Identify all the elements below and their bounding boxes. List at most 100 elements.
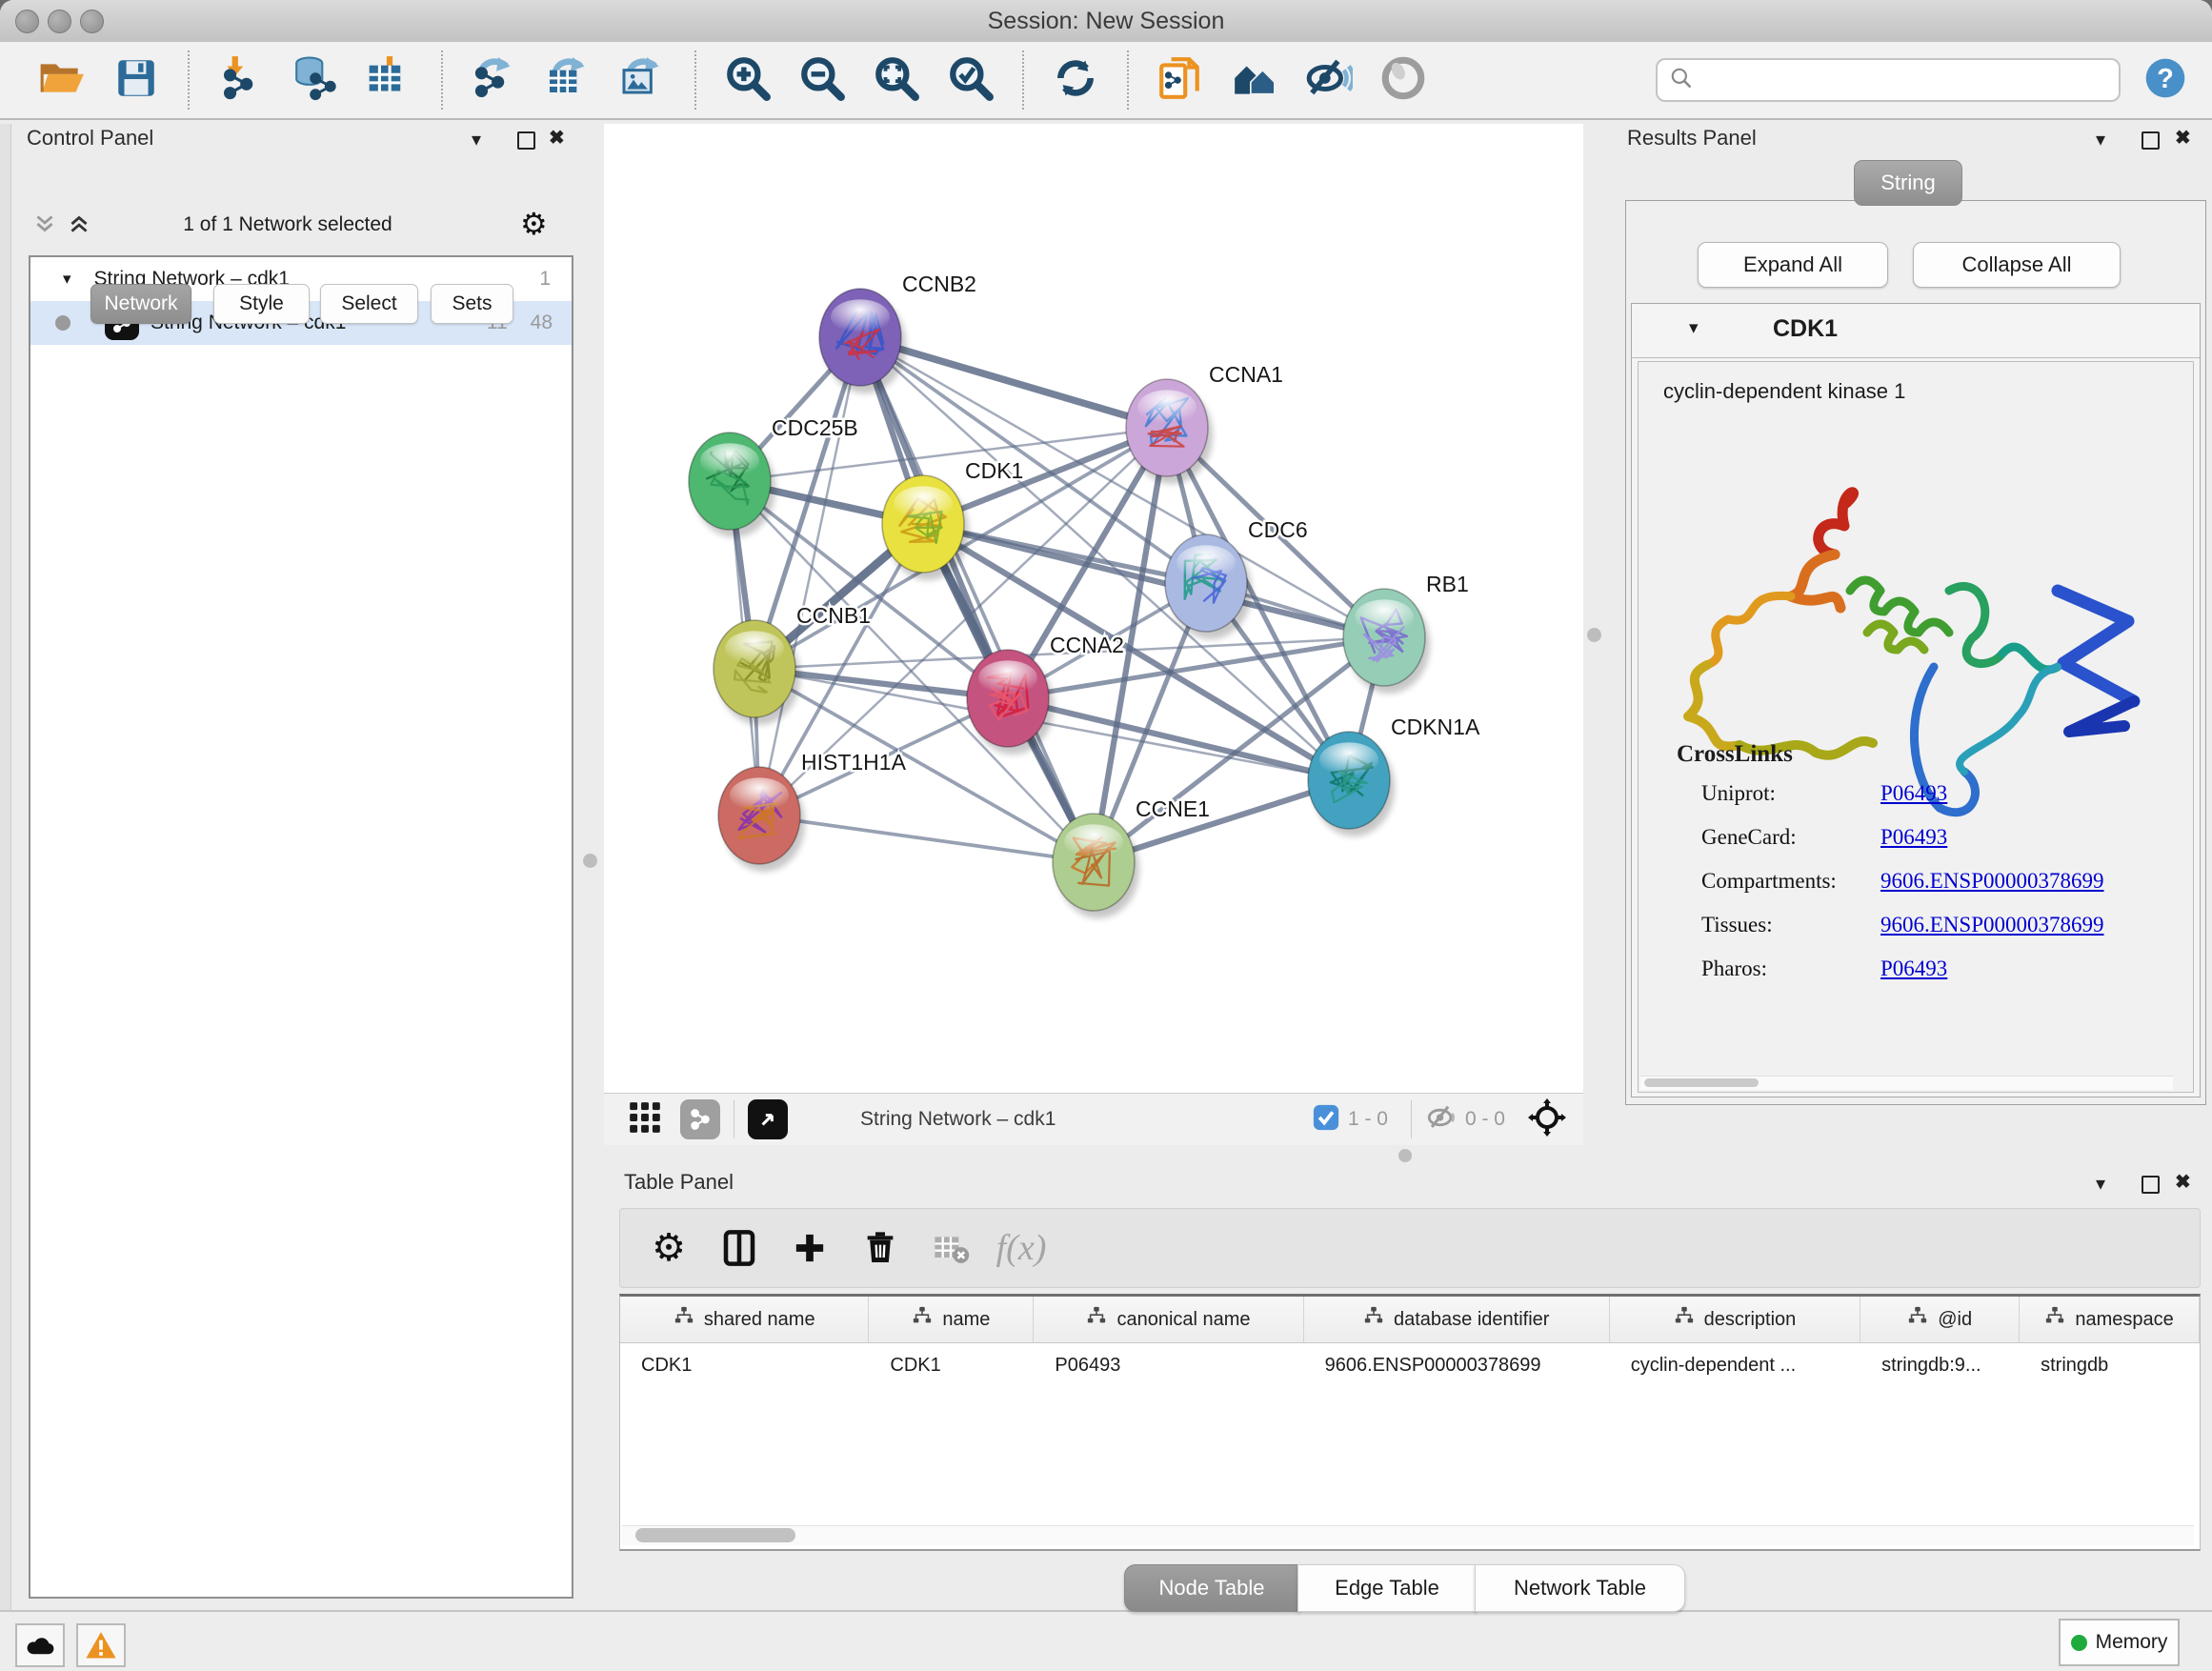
tab-sets[interactable]: Sets: [431, 284, 513, 324]
table-row[interactable]: CDK1CDK1P064939606.ENSP00000378699cyclin…: [620, 1343, 2200, 1387]
show-columns-icon[interactable]: [704, 1215, 774, 1281]
tab-style[interactable]: Style: [213, 284, 310, 324]
tab-string[interactable]: String: [1854, 160, 1962, 206]
column-header--id[interactable]: @id: [1860, 1297, 2020, 1342]
crosslink-link[interactable]: P06493: [1880, 825, 1947, 850]
import-table-from-file-button[interactable]: [352, 49, 427, 111]
float-panel-icon[interactable]: [517, 131, 535, 154]
node-CCNA2[interactable]: [967, 650, 1054, 755]
export-table-button[interactable]: [532, 49, 606, 111]
column-header-shared-name[interactable]: shared name: [620, 1297, 869, 1342]
show-eye-button[interactable]: [1366, 49, 1440, 111]
share-view-icon[interactable]: [680, 1099, 720, 1139]
clone-network-button[interactable]: [1143, 49, 1217, 111]
node-CCNA1[interactable]: [1126, 379, 1213, 484]
cloud-button[interactable]: [15, 1623, 65, 1667]
node-CCNE1[interactable]: [1053, 814, 1139, 918]
cell-namespace[interactable]: stringdb: [2020, 1343, 2200, 1387]
results-panel-menu-icon[interactable]: ▾: [2096, 128, 2105, 151]
cell-database-identifier[interactable]: 9606.ENSP00000378699: [1304, 1343, 1610, 1387]
birdseye-navigator-icon[interactable]: [1528, 1098, 1566, 1141]
zoom-fit-button[interactable]: [859, 49, 934, 111]
grid-view-icon[interactable]: [627, 1099, 663, 1140]
column-header-canonical-name[interactable]: canonical name: [1034, 1297, 1303, 1342]
column-header-namespace[interactable]: namespace: [2020, 1297, 2200, 1342]
table-settings-gear-icon[interactable]: ⚙: [633, 1215, 704, 1281]
open-session-button[interactable]: [25, 49, 99, 111]
left-splitter-handle[interactable]: [583, 854, 597, 868]
crosslink-link[interactable]: 9606.ENSP00000378699: [1880, 913, 2104, 937]
node-CCNB2[interactable]: [819, 289, 906, 393]
cell-name[interactable]: CDK1: [869, 1343, 1034, 1387]
edge-CCNB2-HIST1H1A[interactable]: [759, 337, 860, 815]
collapse-all-button[interactable]: Collapse All: [1913, 242, 2121, 288]
network-options-gear-icon[interactable]: ⚙: [520, 206, 548, 242]
column-header-description[interactable]: description: [1610, 1297, 1860, 1342]
node-CDK1[interactable]: [882, 475, 969, 580]
network-canvas[interactable]: CCNB2CCNA1CDC25BCDK1CDC6RB1CCNB1CCNA2CDK…: [604, 124, 1583, 1093]
delete-column-trash-icon[interactable]: [845, 1215, 915, 1281]
results-float-panel-icon[interactable]: [2142, 131, 2160, 154]
zoom-in-button[interactable]: [711, 49, 785, 111]
expand-all-button[interactable]: Expand All: [1698, 242, 1888, 288]
hidden-eye-icon[interactable]: [1425, 1101, 1458, 1138]
export-image-button[interactable]: [606, 49, 680, 111]
result-collapse-icon[interactable]: ▾: [1689, 317, 1699, 339]
tab-select[interactable]: Select: [320, 284, 418, 324]
crosslink-link[interactable]: P06493: [1880, 781, 1947, 806]
help-button[interactable]: ?: [2143, 56, 2187, 105]
warning-button[interactable]: [76, 1623, 126, 1667]
table-hscrollbar[interactable]: [622, 1525, 2194, 1545]
zoom-selected-button[interactable]: [934, 49, 1008, 111]
hscrollbar-thumb[interactable]: [635, 1528, 795, 1542]
create-column-plus-icon[interactable]: [774, 1215, 845, 1281]
export-image-icon: [619, 54, 667, 107]
save-session-button[interactable]: [99, 49, 173, 111]
network-graph[interactable]: CCNB2CCNA1CDC25BCDK1CDC6RB1CCNB1CCNA2CDK…: [604, 124, 1583, 1093]
close-panel-icon[interactable]: ✖: [549, 126, 565, 150]
tab-network[interactable]: Network: [90, 284, 191, 324]
memory-button[interactable]: Memory: [2059, 1619, 2180, 1666]
edge-HIST1H1A-CCNE1[interactable]: [759, 815, 1094, 862]
results-close-panel-icon[interactable]: ✖: [2175, 126, 2191, 150]
cell--id[interactable]: stringdb:9...: [1860, 1343, 2020, 1387]
table-float-panel-icon[interactable]: [2142, 1176, 2160, 1198]
window-edge-strip: [0, 124, 11, 1610]
import-network-from-file-button[interactable]: [204, 49, 278, 111]
search-box[interactable]: [1656, 58, 2121, 102]
edge-CCNB2-CCNE1[interactable]: [860, 337, 1094, 862]
result-card-header[interactable]: ▾ CDK1: [1632, 304, 2200, 358]
table-panel-menu-icon[interactable]: ▾: [2096, 1172, 2105, 1196]
cell-canonical-name[interactable]: P06493: [1034, 1343, 1303, 1387]
tab-network-table[interactable]: Network Table: [1475, 1564, 1685, 1612]
search-input[interactable]: [1694, 67, 2079, 93]
crosslink-link[interactable]: P06493: [1880, 956, 1947, 981]
cell-shared-name[interactable]: CDK1: [620, 1343, 869, 1387]
import-network-from-database-button[interactable]: [278, 49, 352, 111]
edge-CCNB2-CCNA1[interactable]: [860, 337, 1167, 428]
export-network-button[interactable]: [457, 49, 532, 111]
refresh-button[interactable]: [1038, 49, 1113, 111]
home-button[interactable]: [1217, 49, 1292, 111]
node-RB1[interactable]: [1343, 589, 1430, 694]
bottom-splitter-handle[interactable]: [1398, 1149, 1412, 1162]
zoom-out-button[interactable]: [785, 49, 859, 111]
table-close-panel-icon[interactable]: ✖: [2175, 1170, 2191, 1194]
control-panel-menu-icon[interactable]: ▾: [472, 128, 481, 151]
edge-CDK1-RB1[interactable]: [923, 524, 1384, 637]
tab-edge-table[interactable]: Edge Table: [1297, 1564, 1477, 1612]
results-hscrollbar[interactable]: [1640, 1076, 2173, 1090]
column-header-database-identifier[interactable]: database identifier: [1304, 1297, 1610, 1342]
open-in-window-icon[interactable]: [748, 1099, 788, 1139]
tree-collapse-icon[interactable]: ▾: [63, 270, 71, 289]
tab-node-table[interactable]: Node Table: [1124, 1564, 1299, 1612]
hide-panels-button[interactable]: [1292, 49, 1366, 111]
node-CDC6[interactable]: [1165, 534, 1252, 639]
column-header-name[interactable]: name: [869, 1297, 1034, 1342]
node-HIST1H1A[interactable]: [718, 767, 805, 872]
crosslink-link[interactable]: 9606.ENSP00000378699: [1880, 869, 2104, 894]
selected-checkbox-icon[interactable]: [1312, 1103, 1340, 1137]
right-splitter-handle[interactable]: [1587, 628, 1601, 642]
cell-description[interactable]: cyclin-dependent ...: [1610, 1343, 1860, 1387]
node-CDKN1A[interactable]: [1308, 732, 1395, 836]
